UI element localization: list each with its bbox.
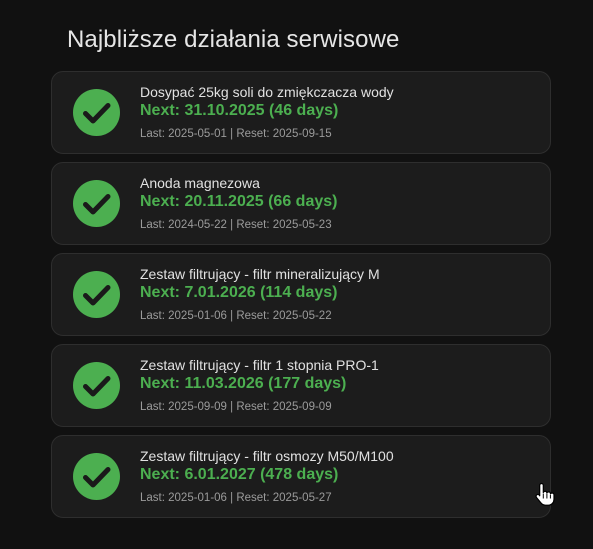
item-history: Last: 2025-01-06 | Reset: 2025-05-22 (140, 310, 332, 322)
check-circle-icon (73, 89, 120, 136)
item-next-date: Next: 20.11.2025 (66 days) (140, 193, 338, 210)
item-history: Last: 2025-05-01 | Reset: 2025-09-15 (140, 128, 332, 140)
item-name: Zestaw filtrujący - filtr osmozy M50/M10… (140, 448, 394, 464)
page-title: Najbliższe działania serwisowe (67, 26, 400, 53)
check-circle-icon (73, 271, 120, 318)
item-history: Last: 2025-09-09 | Reset: 2025-09-09 (140, 401, 332, 413)
maintenance-item[interactable]: Zestaw filtrujący - filtr 1 stopnia PRO-… (51, 344, 551, 427)
maintenance-item[interactable]: Dosypać 25kg soli do zmiękczacza wody Ne… (51, 71, 551, 154)
maintenance-item[interactable]: Anoda magnezowa Next: 20.11.2025 (66 day… (51, 162, 551, 245)
item-next-date: Next: 31.10.2025 (46 days) (140, 102, 339, 119)
item-name: Zestaw filtrujący - filtr 1 stopnia PRO-… (140, 357, 379, 373)
maintenance-item[interactable]: Zestaw filtrujący - filtr osmozy M50/M10… (51, 435, 551, 518)
check-circle-icon (73, 453, 120, 500)
item-next-date: Next: 11.03.2026 (177 days) (140, 375, 347, 392)
maintenance-list: Dosypać 25kg soli do zmiękczacza wody Ne… (51, 71, 551, 526)
item-next-date: Next: 7.01.2026 (114 days) (140, 284, 338, 301)
item-name: Anoda magnezowa (140, 175, 260, 191)
check-circle-icon (73, 362, 120, 409)
maintenance-item[interactable]: Zestaw filtrujący - filtr mineralizujący… (51, 253, 551, 336)
item-history: Last: 2025-01-06 | Reset: 2025-05-27 (140, 492, 332, 504)
item-name: Zestaw filtrujący - filtr mineralizujący… (140, 266, 380, 282)
page: Najbliższe działania serwisowe Dosypać 2… (0, 0, 593, 549)
item-next-date: Next: 6.01.2027 (478 days) (140, 466, 339, 483)
check-circle-icon (73, 180, 120, 227)
item-name: Dosypać 25kg soli do zmiękczacza wody (140, 84, 394, 100)
item-history: Last: 2024-05-22 | Reset: 2025-05-23 (140, 219, 332, 231)
